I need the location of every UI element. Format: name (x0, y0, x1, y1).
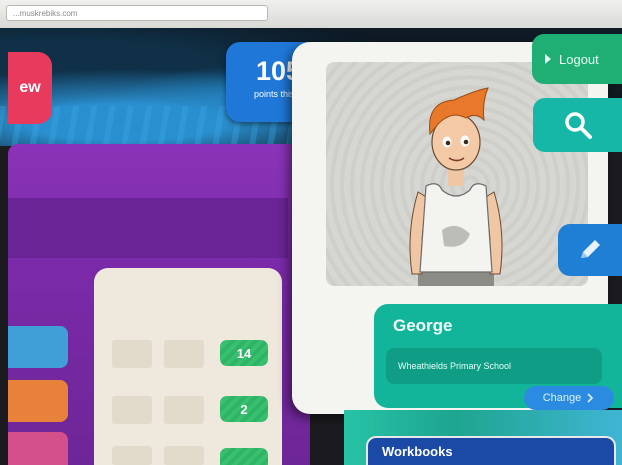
progress-cell (112, 340, 152, 368)
score-badge (220, 448, 268, 465)
avatar (409, 87, 503, 286)
progress-cell (164, 446, 204, 465)
side-tab-blue[interactable] (8, 326, 68, 368)
avatar-stage (326, 62, 588, 286)
progress-cell (112, 396, 152, 424)
workbooks-tab[interactable]: Workbooks (366, 436, 616, 465)
chevron-right-icon (587, 393, 594, 403)
logout-button[interactable]: Logout (532, 34, 622, 84)
search-icon (564, 112, 592, 139)
score-badge: 14 (220, 340, 268, 366)
logout-label: Logout (559, 51, 599, 67)
search-button[interactable] (533, 98, 622, 152)
workbooks-label: Workbooks (382, 444, 453, 459)
progress-cell (112, 446, 152, 465)
nav-tab-left[interactable]: ew (8, 52, 52, 124)
progress-cell (164, 340, 204, 368)
change-school-button[interactable]: Change (524, 386, 614, 410)
logout-icon (545, 54, 551, 64)
address-bar[interactable]: ...muskrebiks.com (6, 5, 268, 21)
activity-panel-header (8, 198, 288, 258)
change-label: Change (542, 392, 582, 404)
side-tab-orange[interactable] (8, 380, 68, 422)
side-tab-pink[interactable] (8, 432, 68, 465)
school-name: Wheathields Primary School (386, 348, 602, 384)
score-badge: 2 (220, 396, 268, 422)
edit-avatar-button[interactable] (558, 224, 622, 276)
pencil-icon (581, 240, 600, 258)
progress-cell (164, 396, 204, 424)
user-name: George (393, 316, 453, 335)
